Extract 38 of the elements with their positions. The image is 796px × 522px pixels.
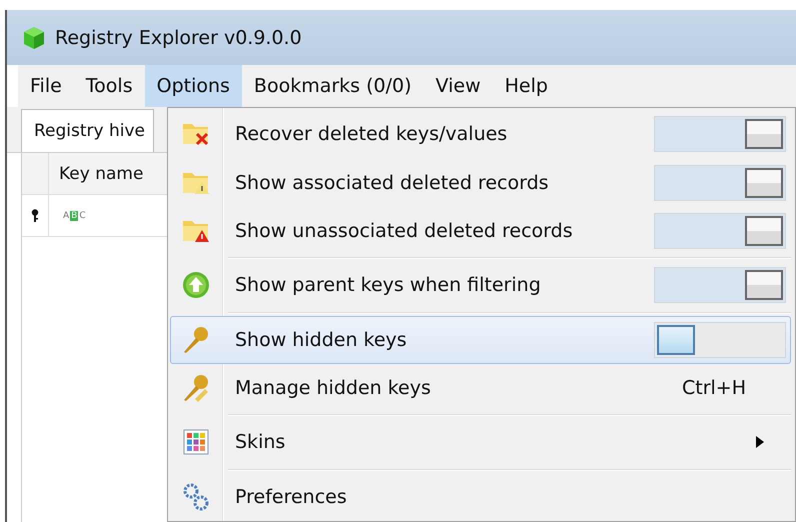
menu-item[interactable]: Bookmarks (0/0): [242, 65, 424, 107]
up-arrow-circle-icon: [182, 271, 210, 300]
toggle-switch[interactable]: [654, 322, 786, 358]
toggle-switch[interactable]: [654, 116, 786, 152]
menu-item[interactable]: View: [424, 65, 493, 107]
menu-entry[interactable]: Preferences: [170, 472, 791, 521]
menu-item[interactable]: File: [18, 65, 74, 107]
color-grid-icon: [183, 429, 209, 456]
tab[interactable]: Registry hive: [21, 109, 154, 152]
submenu-arrow-icon: [756, 436, 764, 448]
menu-entry[interactable]: Skins: [170, 418, 791, 467]
menu-entry-label: Show parent keys when filtering: [235, 274, 542, 296]
menu-item[interactable]: Help: [492, 65, 560, 107]
toggle-switch[interactable]: [654, 212, 786, 249]
menu-entry-label: Show associated deleted records: [235, 172, 550, 194]
cube-icon: [21, 24, 47, 50]
menu-item[interactable]: Tools: [74, 65, 145, 107]
menu-entry[interactable]: Show associated deleted records: [170, 158, 791, 207]
menu-entry[interactable]: Show unassociated deleted records: [170, 206, 791, 256]
key-icon: [31, 209, 39, 222]
menu-entry-label: Skins: [235, 431, 286, 454]
toggle-switch[interactable]: [654, 164, 786, 201]
menu-entry[interactable]: Recover deleted keys/values: [170, 110, 791, 158]
window-title: Registry Explorer v0.9.0.0: [55, 26, 302, 48]
menu-entry[interactable]: Show hidden keys: [170, 316, 791, 364]
menu-item[interactable]: Options: [144, 65, 242, 107]
key-icon: [181, 324, 211, 355]
key-pencil-icon: [181, 373, 211, 404]
menu-entry-label: Manage hidden keys: [235, 377, 432, 400]
menu-entry-label: Show hidden keys: [235, 328, 408, 351]
menu-entry[interactable]: Manage hidden keys Ctrl+H: [170, 364, 791, 412]
menu-entry-label: Preferences: [235, 486, 348, 508]
shortcut-text: Ctrl+H: [682, 377, 746, 400]
menu-entry-label: Show unassociated deleted records: [235, 220, 574, 242]
gears-icon: [182, 482, 210, 512]
menu-entry[interactable]: Show parent keys when filtering: [170, 261, 791, 310]
menu-entry-label: Recover deleted keys/values: [235, 123, 508, 146]
toggle-switch[interactable]: [654, 267, 786, 304]
